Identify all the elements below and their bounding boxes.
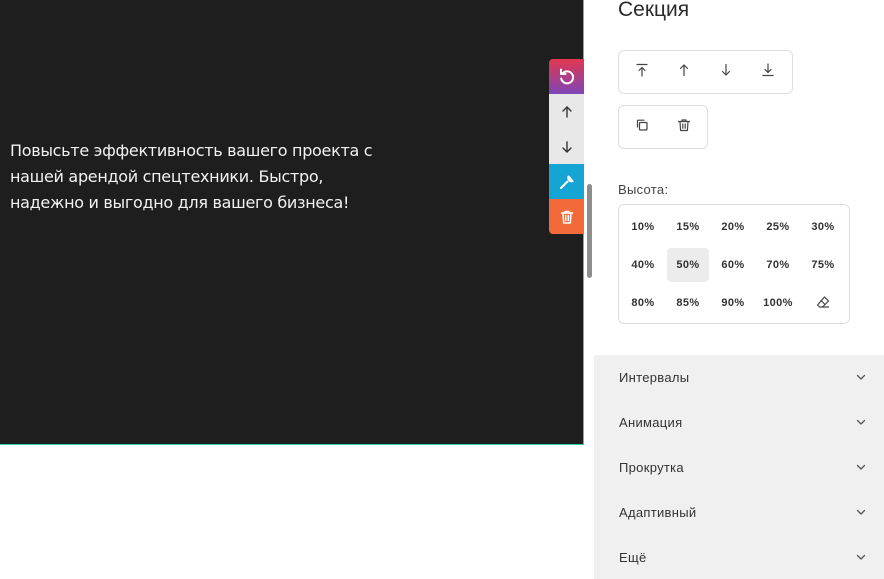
trash-icon	[559, 209, 575, 225]
accordion-label: Анимация	[619, 415, 683, 430]
chevron-down-icon	[856, 414, 866, 432]
accordion-label: Интервалы	[619, 370, 690, 385]
arrow-up-icon	[560, 105, 574, 119]
height-option[interactable]: 100%	[757, 286, 799, 320]
undo-button[interactable]	[549, 59, 584, 94]
section-settings-button[interactable]	[549, 164, 584, 199]
height-option[interactable]: 60%	[712, 248, 754, 282]
height-option[interactable]: 50%	[667, 248, 709, 282]
accordion-label: Ещё	[619, 550, 647, 565]
section-toolbar	[549, 59, 584, 234]
move-down-button[interactable]	[705, 52, 747, 92]
move-to-bottom-button[interactable]	[747, 52, 789, 92]
remove-section-button[interactable]	[663, 107, 705, 147]
height-option[interactable]: 15%	[667, 210, 709, 244]
arrow-down-icon	[560, 140, 574, 154]
height-option[interactable]: 40%	[622, 248, 664, 282]
accordion-label: Адаптивный	[619, 505, 697, 520]
accordion-intervals[interactable]: Интервалы	[594, 355, 884, 400]
section-settings-panel: Секция Высота: 10% 15% 20% 25% 30% 40% 5…	[594, 0, 884, 579]
editor-canvas: Повысьте эффективность вашего проекта с …	[0, 0, 594, 579]
height-option[interactable]: 70%	[757, 248, 799, 282]
height-option[interactable]: 10%	[622, 210, 664, 244]
height-option[interactable]: 25%	[757, 210, 799, 244]
wrench-icon	[558, 173, 576, 191]
move-down-icon	[719, 63, 733, 82]
move-to-top-button[interactable]	[621, 52, 663, 92]
move-section-up-button[interactable]	[549, 94, 584, 129]
accordion-more[interactable]: Ещё	[594, 535, 884, 579]
height-option[interactable]: 80%	[622, 286, 664, 320]
duplicate-section-button[interactable]	[621, 107, 663, 147]
move-to-bottom-icon	[761, 62, 775, 82]
move-section-down-button[interactable]	[549, 129, 584, 164]
height-clear-button[interactable]	[802, 286, 844, 320]
delete-icon	[677, 118, 691, 137]
edit-button-group	[618, 105, 708, 149]
height-option[interactable]: 20%	[712, 210, 754, 244]
height-option[interactable]: 85%	[667, 286, 709, 320]
height-label: Высота:	[618, 182, 669, 197]
move-up-icon	[677, 63, 691, 82]
page-section[interactable]: Повысьте эффективность вашего проекта с …	[0, 0, 584, 445]
accordion-adaptive[interactable]: Адаптивный	[594, 490, 884, 535]
move-up-button[interactable]	[663, 52, 705, 92]
height-options: 10% 15% 20% 25% 30% 40% 50% 60% 70% 75% …	[618, 204, 850, 324]
canvas-scrollbar[interactable]	[587, 184, 592, 278]
height-option[interactable]: 75%	[802, 248, 844, 282]
settings-accordions: Интервалы Анимация Прокрутка Адаптивный …	[594, 355, 884, 579]
height-option[interactable]: 30%	[802, 210, 844, 244]
eraser-icon	[816, 295, 830, 312]
accordion-animation[interactable]: Анимация	[594, 400, 884, 445]
delete-section-button[interactable]	[549, 199, 584, 234]
copy-icon	[635, 118, 649, 137]
chevron-down-icon	[856, 459, 866, 477]
panel-title: Секция	[618, 0, 690, 21]
chevron-down-icon	[856, 549, 866, 567]
move-to-top-icon	[635, 63, 649, 82]
move-button-group	[618, 50, 793, 94]
chevron-down-icon	[856, 504, 866, 522]
accordion-scroll[interactable]: Прокрутка	[594, 445, 884, 490]
height-option[interactable]: 90%	[712, 286, 754, 320]
accordion-label: Прокрутка	[619, 460, 684, 475]
section-text[interactable]: Повысьте эффективность вашего проекта с …	[10, 138, 400, 216]
chevron-down-icon	[856, 369, 866, 387]
undo-icon	[557, 67, 577, 87]
